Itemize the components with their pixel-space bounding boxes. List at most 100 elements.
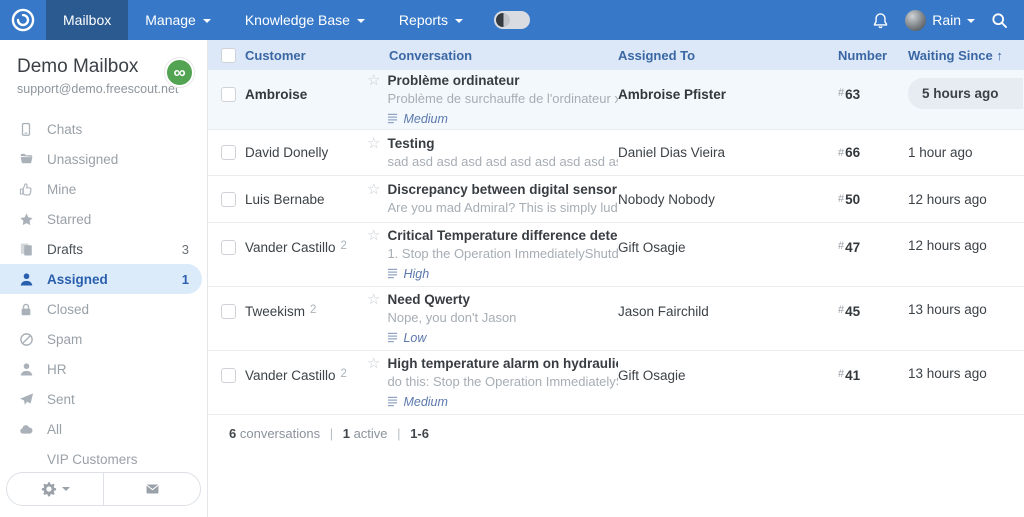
table-header: Customer Conversation Assigned To Number… bbox=[208, 40, 1024, 70]
dark-mode-toggle[interactable] bbox=[494, 11, 530, 29]
conversation-row[interactable]: Tweekism 2 ☆ Need Qwerty Nope, you don't … bbox=[208, 287, 1024, 351]
sidebar-item-label: VIP Customers bbox=[47, 452, 138, 467]
conversation-subject: Critical Temperature difference detected… bbox=[387, 227, 618, 245]
sidebar-item-closed[interactable]: Closed bbox=[0, 294, 207, 324]
conversation-preview: sad asd asd asd asd asd asd asd asd asd … bbox=[387, 153, 618, 171]
row-checkbox[interactable] bbox=[221, 145, 236, 160]
envelope-icon bbox=[144, 482, 161, 496]
compose-email-button[interactable] bbox=[103, 473, 200, 505]
conversation-row[interactable]: Vander Castillo2 ☆ High temperature alar… bbox=[208, 351, 1024, 415]
nav-knowledge-base[interactable]: Knowledge Base bbox=[228, 0, 382, 40]
lock-icon bbox=[18, 301, 34, 317]
sidebar-item-label: Spam bbox=[47, 332, 82, 347]
conversation-subject: Problème ordinateur bbox=[387, 72, 618, 90]
conversation-number: #63 bbox=[838, 70, 908, 129]
freescout-logo-icon[interactable] bbox=[0, 0, 46, 40]
connection-status-badge[interactable]: ∞ bbox=[165, 58, 194, 87]
sidebar-item-starred[interactable]: Starred bbox=[0, 204, 207, 234]
star-icon[interactable]: ☆ bbox=[367, 135, 380, 171]
search-icon[interactable] bbox=[991, 12, 1008, 29]
star-icon[interactable]: ☆ bbox=[367, 355, 380, 411]
row-checkbox[interactable] bbox=[221, 240, 236, 255]
sidebar-item-label: Closed bbox=[47, 302, 89, 317]
hand-pointer-icon bbox=[18, 181, 34, 197]
star-icon bbox=[18, 211, 34, 227]
sidebar-item-label: Drafts bbox=[47, 242, 83, 257]
conversation-number: #45 bbox=[838, 287, 908, 350]
sidebar-item-vip-customers[interactable]: VIP Customers bbox=[0, 444, 207, 474]
conversation-row[interactable]: Luis Bernabe ☆ Discrepancy between digit… bbox=[208, 176, 1024, 223]
sidebar-item-label: Chats bbox=[47, 122, 82, 137]
conversation-subject: Need Qwerty bbox=[387, 291, 516, 309]
assignee-name: Jason Fairchild bbox=[618, 304, 709, 319]
header-number[interactable]: Number bbox=[838, 48, 908, 63]
sidebar-item-unassigned[interactable]: Unassigned bbox=[0, 144, 207, 174]
conversation-preview: do this: Stop the Operation ImmediatelyS… bbox=[387, 373, 618, 391]
sidebar-item-all[interactable]: All bbox=[0, 414, 207, 444]
person-icon bbox=[18, 361, 34, 377]
conversation-subject: Testing bbox=[387, 135, 618, 153]
assigned-count: 1 bbox=[182, 272, 202, 287]
waiting-since: 12 hours ago bbox=[908, 238, 987, 253]
nav-mailbox[interactable]: Mailbox bbox=[46, 0, 128, 40]
notifications-bell-icon[interactable] bbox=[872, 12, 889, 29]
sidebar-footer-actions bbox=[6, 472, 201, 506]
row-checkbox[interactable] bbox=[221, 304, 236, 319]
priority-list-icon bbox=[387, 113, 398, 124]
sidebar-item-assigned[interactable]: Assigned 1 bbox=[0, 264, 202, 294]
chevron-down-icon bbox=[455, 19, 463, 23]
conversation-row[interactable]: David Donelly ☆ Testing sad asd asd asd … bbox=[208, 130, 1024, 176]
sort-asc-icon: ↑ bbox=[996, 48, 1003, 63]
star-icon[interactable]: ☆ bbox=[367, 72, 380, 128]
row-checkbox[interactable] bbox=[221, 192, 236, 207]
header-assigned-to[interactable]: Assigned To bbox=[618, 48, 838, 63]
sidebar-item-chats[interactable]: Chats bbox=[0, 114, 207, 144]
sidebar-item-spam[interactable]: Spam bbox=[0, 324, 207, 354]
toggle-knob-icon bbox=[496, 13, 510, 27]
cloud-icon bbox=[18, 421, 34, 437]
nav-manage[interactable]: Manage bbox=[128, 0, 228, 40]
conversation-preview: Nope, you don't Jason bbox=[387, 309, 516, 327]
send-icon bbox=[18, 391, 34, 407]
select-all-checkbox[interactable] bbox=[221, 48, 236, 63]
star-icon[interactable]: ☆ bbox=[367, 291, 380, 347]
gear-icon bbox=[41, 481, 57, 497]
customer-name: David Donelly bbox=[245, 145, 328, 160]
top-navbar: Mailbox Manage Knowledge Base Reports Ra… bbox=[0, 0, 1024, 40]
user-menu[interactable]: Rain bbox=[905, 10, 975, 31]
conversation-row[interactable]: Ambroise ☆ Problème ordinateur Problème … bbox=[208, 70, 1024, 130]
nav-reports[interactable]: Reports bbox=[382, 0, 480, 40]
conversation-number: #47 bbox=[838, 223, 908, 286]
customer-name: Tweekism bbox=[245, 304, 305, 319]
header-customer[interactable]: Customer bbox=[245, 48, 367, 63]
star-icon[interactable]: ☆ bbox=[367, 227, 380, 283]
sidebar-item-label: Assigned bbox=[47, 272, 108, 287]
priority-tag: High bbox=[403, 265, 429, 283]
ban-icon bbox=[18, 331, 34, 347]
row-checkbox[interactable] bbox=[221, 368, 236, 383]
sidebar-item-drafts[interactable]: Drafts 3 bbox=[0, 234, 207, 264]
chevron-down-icon bbox=[62, 487, 70, 491]
sidebar-item-label: All bbox=[47, 422, 62, 437]
thread-count: 2 bbox=[310, 304, 316, 316]
sidebar-item-sent[interactable]: Sent bbox=[0, 384, 207, 414]
sidebar-item-mine[interactable]: Mine bbox=[0, 174, 207, 204]
header-conversation[interactable]: Conversation bbox=[367, 48, 472, 63]
waiting-since: 13 hours ago bbox=[908, 302, 987, 317]
nav-reports-label: Reports bbox=[399, 12, 448, 28]
header-waiting-since[interactable]: Waiting Since ↑ bbox=[908, 48, 1024, 63]
sidebar-item-hr[interactable]: HR bbox=[0, 354, 207, 384]
conversation-preview: Problème de surchauffe de l'ordinateur x… bbox=[387, 90, 618, 108]
mailbox-settings-button[interactable] bbox=[7, 473, 103, 505]
nav-mailbox-label: Mailbox bbox=[63, 12, 111, 28]
conversation-row[interactable]: Vander Castillo2 ☆ Critical Temperature … bbox=[208, 223, 1024, 287]
conversation-subject: Discrepancy between digital sensor and a… bbox=[387, 181, 618, 199]
row-checkbox[interactable] bbox=[221, 87, 236, 102]
chevron-down-icon bbox=[357, 19, 365, 23]
folder-icon bbox=[18, 151, 34, 167]
person-icon bbox=[18, 271, 34, 287]
drafts-icon bbox=[18, 241, 34, 257]
conversation-list: Customer Conversation Assigned To Number… bbox=[208, 40, 1024, 517]
customer-name: Vander Castillo bbox=[245, 240, 336, 255]
star-icon[interactable]: ☆ bbox=[367, 181, 380, 217]
